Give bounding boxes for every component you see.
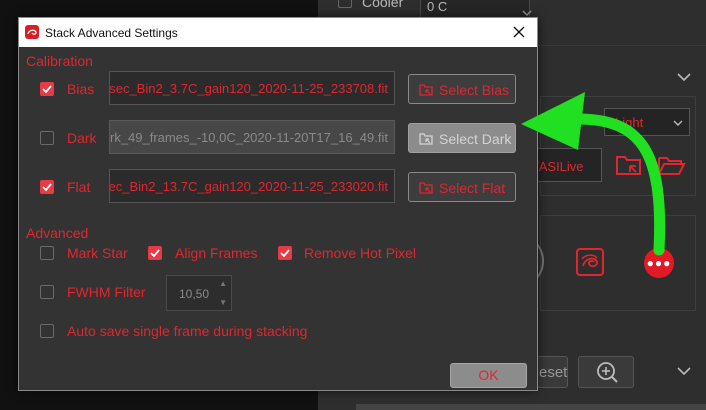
frame-type-select[interactable]: Light — [604, 108, 690, 136]
stack-icon[interactable] — [574, 246, 606, 278]
cooler-label: Cooler — [362, 0, 404, 10]
bias-path: 001sec_Bin2_3.7C_gain120_2020-11-25_2337… — [109, 81, 388, 96]
select-bias-button[interactable]: Select Bias — [408, 74, 516, 104]
folder-select-icon — [419, 182, 433, 194]
select-bias-label: Select Bias — [439, 82, 510, 98]
ok-button[interactable]: OK — [450, 363, 527, 388]
remove-hot-pixel-label: Remove Hot Pixel — [304, 245, 417, 261]
checkmark-icon — [42, 183, 52, 192]
flat-path: 1sec_Bin2_13.7C_gain120_2020-11-25_23302… — [109, 179, 388, 194]
folder-select-icon — [419, 84, 433, 96]
select-dark-button[interactable]: Select Dark — [408, 123, 516, 153]
zoom-in-icon — [597, 362, 618, 383]
bias-label: Bias — [67, 81, 95, 97]
remove-hot-pixel-checkbox[interactable] — [278, 246, 292, 260]
folder-select-icon — [419, 133, 433, 145]
frame-type-value: Light — [615, 115, 644, 130]
flat-checkbox[interactable] — [40, 180, 54, 194]
bias-checkbox[interactable] — [40, 82, 54, 96]
advanced-heading: Advanced — [26, 225, 89, 241]
select-flat-button[interactable]: Select Flat — [408, 172, 516, 202]
cooler-checkbox[interactable] — [338, 0, 352, 8]
more-icon: ●●● — [646, 256, 672, 270]
fwhm-value-spinbox[interactable]: 10,50 ▲ ▼ — [166, 275, 232, 311]
checkmark-icon — [280, 249, 290, 258]
dark-path: /dark_49_frames_-10,0C_2020-11-20T17_16_… — [109, 130, 388, 145]
flat-path-field[interactable]: 1sec_Bin2_13.7C_gain120_2020-11-25_23302… — [109, 169, 395, 203]
zoom-in-button[interactable] — [578, 356, 634, 388]
app-icon — [25, 25, 39, 39]
select-flat-label: Select Flat — [439, 180, 506, 196]
bottom-bar — [356, 404, 706, 410]
bias-path-field[interactable]: 001sec_Bin2_3.7C_gain120_2020-11-25_2337… — [109, 71, 395, 105]
folder-select-icon[interactable] — [614, 150, 644, 180]
more-options-button[interactable]: ●●● — [644, 248, 674, 278]
close-button[interactable] — [501, 18, 537, 47]
checkmark-icon — [42, 85, 52, 94]
align-frames-checkbox[interactable] — [148, 246, 162, 260]
stack-advanced-settings-dialog: Stack Advanced Settings Calibration Bias… — [18, 17, 538, 391]
fwhm-filter-label: FWHM Filter — [67, 284, 146, 300]
mark-star-checkbox[interactable] — [40, 246, 54, 260]
dark-checkbox[interactable] — [40, 131, 54, 145]
close-icon — [513, 26, 525, 38]
auto-save-label: Auto save single frame during stacking — [67, 323, 308, 339]
app-logo-icon — [27, 29, 37, 35]
mark-star-label: Mark Star — [67, 245, 128, 261]
chevron-down-icon — [673, 120, 683, 126]
dialog-titlebar[interactable]: Stack Advanced Settings — [19, 18, 537, 47]
flat-label: Flat — [67, 179, 91, 195]
select-dark-label: Select Dark — [439, 131, 512, 147]
calibration-heading: Calibration — [26, 53, 93, 69]
dark-label: Dark — [67, 130, 97, 146]
spin-down-icon[interactable]: ▼ — [219, 298, 227, 307]
folder-open-icon[interactable] — [656, 150, 686, 180]
chevron-down-icon[interactable] — [677, 364, 691, 378]
cooler-field[interactable]: 0 C — [420, 0, 530, 18]
spin-up-icon[interactable]: ▲ — [219, 279, 227, 288]
dialog-title: Stack Advanced Settings — [45, 26, 178, 40]
fwhm-filter-checkbox[interactable] — [40, 285, 54, 299]
auto-save-checkbox[interactable] — [40, 324, 54, 338]
chevron-down-icon[interactable] — [677, 70, 691, 84]
fwhm-value: 10,50 — [179, 287, 210, 301]
checkmark-icon — [150, 249, 160, 258]
align-frames-label: Align Frames — [175, 245, 258, 261]
dark-path-field[interactable]: /dark_49_frames_-10,0C_2020-11-20T17_16_… — [109, 120, 395, 154]
